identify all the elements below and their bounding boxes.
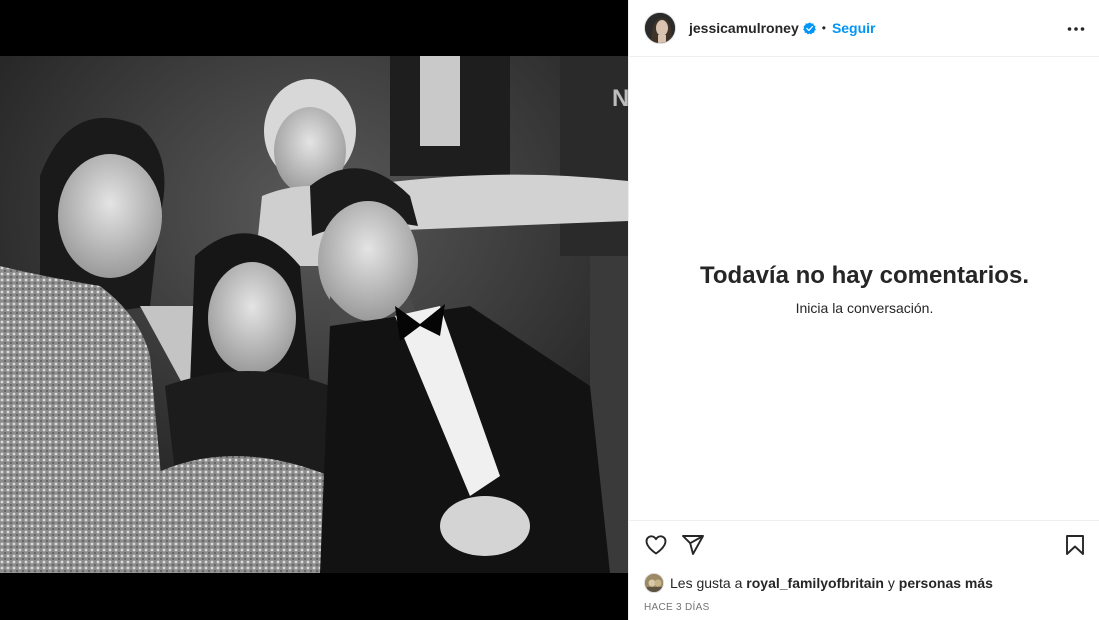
comments-area: Todavía no hay comentarios. Inicia la co… (629, 57, 1099, 520)
heart-icon[interactable] (643, 532, 669, 558)
post-photo[interactable]: N (0, 56, 628, 573)
bookmark-icon[interactable] (1062, 532, 1088, 558)
post-media-panel: N (0, 0, 628, 620)
likes-connector: y (887, 575, 895, 591)
paper-plane-icon[interactable] (680, 532, 706, 558)
liker-username[interactable]: royal_familyofbritain (746, 575, 884, 591)
likes-summary: Les gusta a royal_familyofbritain y pers… (644, 573, 993, 593)
post-actions-section: Les gusta a royal_familyofbritain y pers… (629, 520, 1099, 620)
action-bar (629, 532, 1099, 558)
likes-others-link[interactable]: personas más (899, 575, 993, 591)
author-username[interactable]: jessicamulroney (689, 20, 799, 36)
post-timestamp[interactable]: HACE 3 DÍAS (644, 602, 710, 613)
svg-text:N: N (612, 85, 628, 112)
verified-badge-icon (802, 21, 816, 35)
follow-button[interactable]: Seguir (832, 20, 876, 36)
likes-prefix: Les gusta a (670, 575, 743, 591)
post-header: jessicamulroney • Seguir (629, 0, 1099, 57)
author-info: jessicamulroney • Seguir (689, 20, 876, 36)
separator-dot: • (821, 21, 826, 35)
more-options-icon[interactable] (1064, 17, 1088, 41)
liker-avatar[interactable] (644, 573, 664, 593)
empty-comments-subtitle: Inicia la conversación. (795, 299, 934, 316)
empty-comments-title: Todavía no hay comentarios. (700, 261, 1029, 289)
post-side-panel: jessicamulroney • Seguir Todavía no hay … (628, 0, 1099, 620)
author-avatar[interactable] (644, 12, 676, 44)
